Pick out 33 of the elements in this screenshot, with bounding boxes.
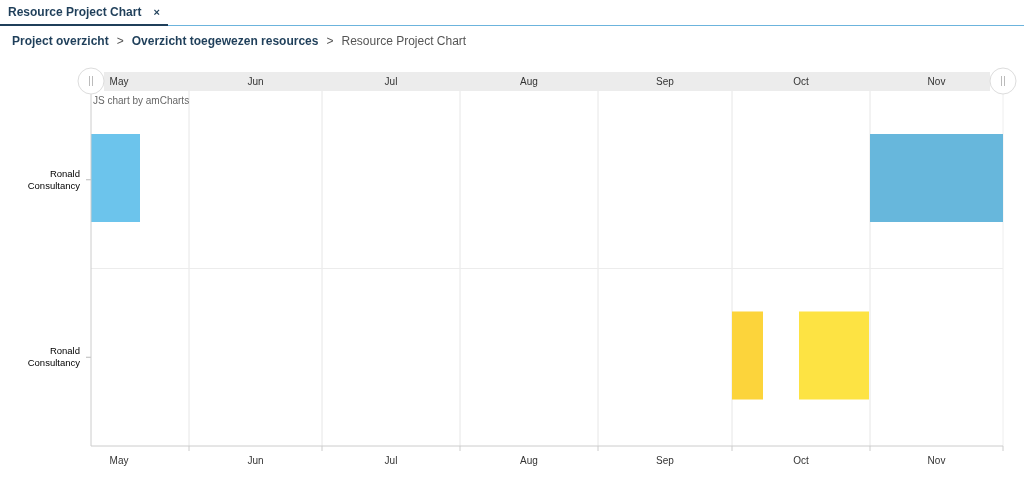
- range-handle[interactable]: [77, 67, 105, 95]
- month-label: Oct: [793, 455, 809, 466]
- close-button[interactable]: ×: [153, 3, 160, 21]
- scrollbar-track[interactable]: [104, 72, 990, 91]
- month-label: Nov: [927, 76, 946, 87]
- month-label: May: [109, 455, 129, 466]
- month-label: Aug: [520, 455, 538, 466]
- task-bar[interactable]: [799, 311, 869, 400]
- resource-label: Ronald Consultancy: [27, 345, 80, 369]
- breadcrumb-separator: >: [326, 33, 334, 50]
- tick-mark: [85, 356, 92, 358]
- month-label: Sep: [656, 76, 674, 87]
- month-label: Nov: [927, 455, 946, 466]
- tab[interactable]: Resource Project Chart ×: [0, 0, 168, 26]
- breadcrumb: Resource Project Chart: [341, 33, 467, 50]
- month-label: Jul: [384, 76, 398, 87]
- month-label: Jun: [247, 76, 264, 87]
- chart-credit[interactable]: JS chart by amCharts: [93, 95, 190, 106]
- breadcrumb[interactable]: Overzicht toegewezen resources: [131, 32, 319, 50]
- task-bar[interactable]: [732, 311, 763, 400]
- month-label: Sep: [656, 455, 674, 466]
- tick-mark: [85, 179, 92, 181]
- month-label: Aug: [520, 76, 538, 87]
- month-label: Oct: [793, 76, 809, 87]
- breadcrumb-separator: >: [116, 33, 124, 50]
- resource-label: Ronald Consultancy: [27, 167, 80, 191]
- task-bar[interactable]: [870, 134, 1003, 222]
- task-bar[interactable]: [91, 134, 140, 222]
- range-handle[interactable]: [989, 67, 1017, 95]
- month-label: May: [109, 76, 129, 87]
- month-label: Jul: [384, 455, 398, 466]
- month-label: Jun: [247, 455, 264, 466]
- breadcrumb[interactable]: Project overzicht: [12, 32, 109, 50]
